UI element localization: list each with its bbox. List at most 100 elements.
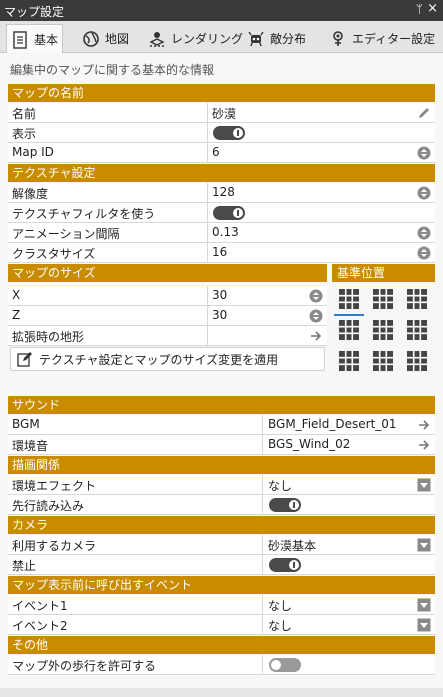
- animation-interval-field[interactable]: 0.13: [212, 225, 239, 239]
- cluster-size-label: クラスタサイズ: [12, 247, 96, 261]
- dropdown-icon[interactable]: [417, 478, 431, 492]
- terrain-label: 拡張時の地形: [12, 330, 85, 344]
- editor-icon: [329, 30, 347, 48]
- row-preload: 先行読み込み: [8, 495, 435, 515]
- tab-bar: 基本 地図 レンダリング 敵分布 エディター設定: [0, 21, 443, 54]
- row-ambient: 環境音 BGS_Wind_02: [8, 435, 435, 455]
- z-label: Z: [12, 308, 21, 322]
- arrow-right-icon[interactable]: [417, 418, 431, 432]
- tab-label: レンダリング: [171, 32, 244, 46]
- row-visible: 表示: [8, 123, 435, 143]
- anchor-top-right[interactable]: [404, 286, 430, 312]
- row-x: X 30: [8, 286, 327, 306]
- arrow-right-icon[interactable]: [417, 438, 431, 452]
- tab-enemy[interactable]: 敵分布: [243, 24, 310, 53]
- anchor-bottom-center[interactable]: [370, 348, 396, 374]
- spinner-icon[interactable]: [309, 289, 323, 303]
- section-texture: テクスチャ設定: [8, 164, 435, 182]
- apply-texture-size-button[interactable]: テクスチャ設定とマップのサイズ変更を適用: [10, 347, 325, 371]
- anchor-bottom-right[interactable]: [404, 348, 430, 374]
- cluster-size-field[interactable]: 16: [212, 245, 227, 259]
- visible-toggle[interactable]: [213, 126, 245, 140]
- camera-select[interactable]: 砂漠基本: [268, 537, 316, 554]
- dropdown-icon[interactable]: [417, 538, 431, 552]
- row-walk-outside: マップ外の歩行を許可する: [8, 655, 435, 675]
- name-field[interactable]: 砂漠: [212, 105, 236, 122]
- tab-label: 地図: [105, 32, 130, 46]
- row-cluster-size: クラスタサイズ 16: [8, 243, 435, 263]
- tab-rendering[interactable]: レンダリング: [144, 24, 247, 53]
- row-event2: イベント2 なし: [8, 615, 435, 635]
- event2-label: イベント2: [12, 619, 68, 633]
- section-drawing: 描画関係: [8, 456, 435, 474]
- anchor-top-left[interactable]: [334, 286, 364, 316]
- env-effect-select[interactable]: なし: [268, 477, 292, 494]
- pin-icon[interactable]: ᛘ: [416, 2, 423, 16]
- apply-button-label: テクスチャ設定とマップのサイズ変更を適用: [39, 352, 279, 367]
- forbid-toggle[interactable]: [269, 558, 301, 572]
- tab-editor[interactable]: エディター設定: [325, 24, 439, 53]
- close-icon[interactable]: ×: [427, 1, 438, 16]
- tab-map[interactable]: 地図: [78, 24, 133, 53]
- row-mapid: Map ID 6: [8, 143, 435, 163]
- event2-select[interactable]: なし: [268, 617, 292, 634]
- anchor-center[interactable]: [370, 317, 396, 343]
- texture-filter-label: テクスチャフィルタを使う: [12, 207, 156, 221]
- tab-label: 敵分布: [270, 32, 307, 46]
- walk-outside-label: マップ外の歩行を許可する: [12, 659, 157, 673]
- anchor-middle-right[interactable]: [404, 317, 430, 343]
- resolution-field[interactable]: 128: [212, 185, 235, 199]
- row-z: Z 30: [8, 306, 327, 326]
- x-label: X: [12, 288, 21, 302]
- section-map-name: マップの名前: [8, 84, 435, 102]
- z-field[interactable]: 30: [212, 308, 227, 322]
- bgm-field[interactable]: BGM_Field_Desert_01: [268, 417, 397, 431]
- row-animation-interval: アニメーション間隔 0.13: [8, 223, 435, 243]
- walk-outside-toggle[interactable]: [269, 658, 301, 672]
- edit-pencil-icon[interactable]: [417, 106, 431, 120]
- anchor-grid: [332, 282, 435, 374]
- tab-basic[interactable]: 基本: [6, 24, 64, 54]
- window-title: マップ設定: [4, 5, 65, 19]
- section-sound: サウンド: [8, 396, 435, 414]
- render-icon: [148, 30, 166, 48]
- resolution-label: 解像度: [12, 187, 49, 201]
- section-anchor: 基準位置: [332, 264, 435, 282]
- preload-toggle[interactable]: [269, 498, 301, 512]
- row-texture-filter: テクスチャフィルタを使う: [8, 203, 435, 223]
- row-event1: イベント1 なし: [8, 595, 435, 615]
- arrow-right-icon[interactable]: [309, 329, 323, 343]
- section-events: マップ表示前に呼び出すイベント: [8, 576, 435, 594]
- document-icon: [11, 30, 29, 49]
- anchor-top-center[interactable]: [370, 286, 396, 312]
- bgm-label: BGM: [12, 417, 40, 431]
- event1-select[interactable]: なし: [268, 597, 292, 614]
- row-bgm: BGM BGM_Field_Desert_01: [8, 415, 435, 435]
- spinner-icon[interactable]: [417, 186, 431, 200]
- mapid-field[interactable]: 6: [212, 145, 220, 159]
- section-camera: カメラ: [8, 516, 435, 534]
- ambient-field[interactable]: BGS_Wind_02: [268, 437, 350, 451]
- x-field[interactable]: 30: [212, 288, 227, 302]
- spinner-icon[interactable]: [417, 146, 431, 160]
- dropdown-icon[interactable]: [417, 598, 431, 612]
- spinner-icon[interactable]: [417, 226, 431, 240]
- anchor-middle-left[interactable]: [336, 317, 362, 343]
- section-other: その他: [8, 636, 435, 654]
- ambient-label: 環境音: [12, 439, 49, 453]
- row-terrain: 拡張時の地形: [8, 326, 327, 346]
- dropdown-icon[interactable]: [417, 618, 431, 632]
- edit-apply-icon: [17, 352, 32, 367]
- spinner-icon[interactable]: [309, 309, 323, 323]
- texture-filter-toggle[interactable]: [213, 206, 245, 220]
- mapid-label: Map ID: [12, 145, 54, 159]
- event1-label: イベント1: [12, 599, 68, 613]
- env-effect-label: 環境エフェクト: [12, 479, 97, 493]
- camera-label: 利用するカメラ: [12, 539, 97, 553]
- horizontal-scrollbar[interactable]: [0, 688, 443, 697]
- tab-label: 基本: [34, 33, 59, 47]
- row-resolution: 解像度 128: [8, 183, 435, 203]
- spinner-icon[interactable]: [417, 246, 431, 260]
- preload-label: 先行読み込み: [12, 499, 85, 513]
- anchor-bottom-left[interactable]: [336, 348, 362, 374]
